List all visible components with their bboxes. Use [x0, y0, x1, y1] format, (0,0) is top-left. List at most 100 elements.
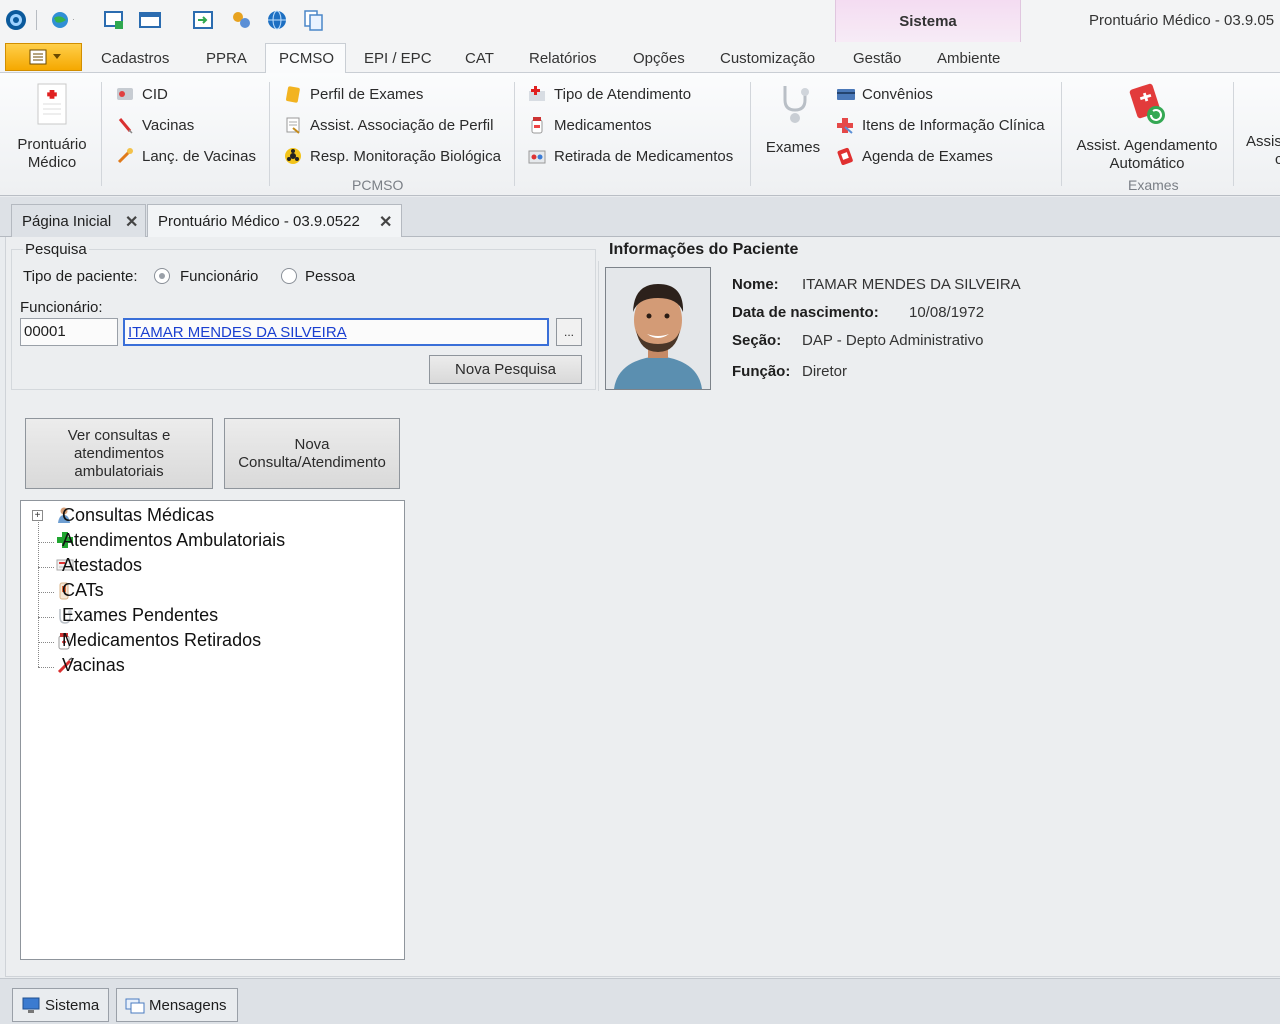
window-layout-icon[interactable]	[138, 8, 162, 32]
patient-type-label: Tipo de paciente:	[23, 268, 138, 285]
window-title: Prontuário Médico - 03.9.05	[1089, 12, 1275, 29]
doc-tab-pagina-inicial[interactable]: Página Inicial ✕	[11, 204, 146, 237]
tree-item-consultas[interactable]: Consultas Médicas	[62, 505, 214, 526]
assis-partial-button[interactable]: Assis c	[1240, 133, 1280, 169]
tree-item-atendimentos[interactable]: Atendimentos Ambulatoriais	[62, 530, 285, 551]
cid-button[interactable]: CID	[116, 85, 168, 103]
radio-pessoa[interactable]	[281, 268, 297, 284]
resp-monitoracao-label: Resp. Monitoração Biológica	[310, 147, 501, 165]
sistema-label: Sistema	[45, 996, 100, 1014]
exam-profile-icon	[284, 85, 302, 103]
tree-item-exames[interactable]: Exames Pendentes	[62, 605, 218, 626]
radio-funcionario-label[interactable]: Funcionário	[180, 268, 258, 285]
tipo-atendimento-label: Tipo de Atendimento	[554, 85, 692, 103]
tree-item-atestados[interactable]: Atestados	[62, 555, 142, 576]
prontuario-medico-button[interactable]: Prontuário Médico	[10, 82, 94, 172]
tab-ambiente[interactable]: Ambiente	[937, 50, 1000, 67]
assist-associacao-button[interactable]: Assist. Associação de Perfil	[284, 116, 493, 134]
lanc-vacinas-button[interactable]: Lanç. de Vacinas	[116, 147, 256, 165]
close-icon[interactable]: ✕	[379, 212, 392, 232]
assist-agendamento-label-2: Automático	[1109, 155, 1185, 172]
lanc-vacinas-label: Lanç. de Vacinas	[142, 147, 256, 165]
app-orb-icon[interactable]	[4, 8, 28, 32]
tree-item-vacinas[interactable]: Vacinas	[62, 655, 125, 676]
tree-expand-toggle[interactable]: +	[32, 510, 43, 521]
tab-relatorios[interactable]: Relatórios	[529, 50, 597, 67]
tree-connector	[38, 592, 54, 593]
medicine-bottle-icon	[528, 116, 546, 134]
medical-record-icon	[37, 83, 67, 125]
sistema-status-button[interactable]: Sistema	[12, 988, 109, 1022]
tree-connector	[38, 667, 54, 668]
patient-section-label: Seção:	[732, 332, 782, 349]
employee-name-field[interactable]: ITAMAR MENDES DA SILVEIRA	[123, 318, 549, 346]
toolbar-separator	[36, 10, 37, 30]
new-window-icon[interactable]	[102, 8, 126, 32]
mensagens-label: Mensagens	[149, 996, 227, 1014]
vacinas-button[interactable]: Vacinas	[116, 116, 194, 134]
medicamentos-label: Medicamentos	[554, 116, 652, 134]
tree-item-cats[interactable]: CATs	[62, 580, 104, 601]
tree-item-medicamentos[interactable]: Medicamentos Retirados	[62, 630, 261, 651]
vacinas-label: Vacinas	[142, 116, 195, 134]
tab-gestao[interactable]: Gestão	[853, 50, 901, 67]
stethoscope-icon	[783, 86, 809, 123]
agenda-exames-button[interactable]: Agenda de Exames	[836, 147, 993, 166]
resp-monitoracao-button[interactable]: Resp. Monitoração Biológica	[284, 147, 501, 165]
ver-consultas-button[interactable]: Ver consultas e atendimentos ambulatoria…	[25, 418, 213, 489]
radio-pessoa-label[interactable]: Pessoa	[305, 268, 355, 285]
tipo-atendimento-button[interactable]: Tipo de Atendimento	[528, 85, 691, 103]
nova-consulta-button[interactable]: Nova Consulta/Atendimento	[224, 418, 400, 489]
close-icon[interactable]: ✕	[125, 212, 138, 232]
internet-globe-icon[interactable]	[265, 8, 289, 32]
doc-tab-label: Prontuário Médico - 03.9.0522	[158, 213, 360, 230]
tab-epi-epc[interactable]: EPI / EPC	[364, 50, 432, 67]
browse-employee-button[interactable]: ...	[556, 318, 582, 346]
ribbon-separator	[1233, 82, 1234, 186]
ribbon-separator	[514, 82, 515, 186]
convenios-button[interactable]: Convênios	[836, 85, 933, 103]
syringe-icon	[116, 116, 134, 134]
assist-agendamento-label-1: Assist. Agendamento	[1076, 137, 1218, 154]
application-menu-button[interactable]	[5, 43, 82, 71]
search-section-title: Pesquisa	[23, 241, 89, 258]
prontuario-text: Prontuário Médico	[17, 136, 87, 171]
copy-documents-icon[interactable]	[301, 8, 325, 32]
assis-partial-label-1: Assis	[1246, 133, 1280, 150]
radio-funcionario[interactable]	[154, 268, 170, 284]
exames-button[interactable]: Exames	[761, 82, 825, 157]
assist-associacao-label: Assist. Associação de Perfil	[310, 116, 494, 134]
patient-info-title: Informações do Paciente	[609, 241, 799, 258]
globe-dropdown-icon[interactable]	[50, 8, 74, 32]
tab-ppra[interactable]: PPRA	[206, 50, 247, 67]
tab-customizacao[interactable]: Customização	[720, 50, 815, 67]
tab-cadastros[interactable]: Cadastros	[101, 50, 169, 67]
employee-code-field[interactable]: 00001	[20, 318, 118, 346]
convenios-label: Convênios	[862, 85, 933, 103]
auto-schedule-icon	[1129, 83, 1165, 124]
nova-consulta-label-2: Consulta/Atendimento	[238, 453, 386, 471]
funcionario-label: Funcionário:	[20, 299, 103, 316]
nova-pesquisa-button[interactable]: Nova Pesquisa	[429, 355, 582, 384]
assist-agendamento-button[interactable]: Assist. Agendamento Automático	[1070, 82, 1224, 173]
nova-consulta-label-1: Nova	[294, 435, 330, 453]
clinical-items-icon	[836, 116, 854, 134]
patient-function-value: Diretor	[802, 363, 848, 380]
mensagens-status-button[interactable]: Mensagens	[116, 988, 238, 1022]
context-tab-sistema: Sistema	[835, 0, 1021, 44]
perfil-exames-button[interactable]: Perfil de Exames	[284, 85, 423, 103]
ribbon-separator	[1061, 82, 1062, 186]
itens-info-clinica-button[interactable]: Itens de Informação Clínica	[836, 116, 1045, 134]
tree-connector	[38, 617, 54, 618]
tab-cat[interactable]: CAT	[465, 50, 494, 67]
tools-icon[interactable]	[229, 8, 253, 32]
prontuario-label: Prontuário Médico	[10, 136, 94, 172]
patient-name-value: ITAMAR MENDES DA SILVEIRA	[802, 276, 1021, 293]
tab-opcoes[interactable]: Opções	[633, 50, 685, 67]
medicamentos-button[interactable]: Medicamentos	[528, 116, 652, 134]
tab-pcmso[interactable]: PCMSO	[279, 50, 334, 67]
retirada-medicamentos-button[interactable]: Retirada de Medicamentos	[528, 147, 733, 165]
export-icon[interactable]	[191, 8, 215, 32]
ribbon-separator	[101, 82, 102, 186]
doc-tab-prontuario[interactable]: Prontuário Médico - 03.9.0522 ✕	[147, 204, 402, 237]
